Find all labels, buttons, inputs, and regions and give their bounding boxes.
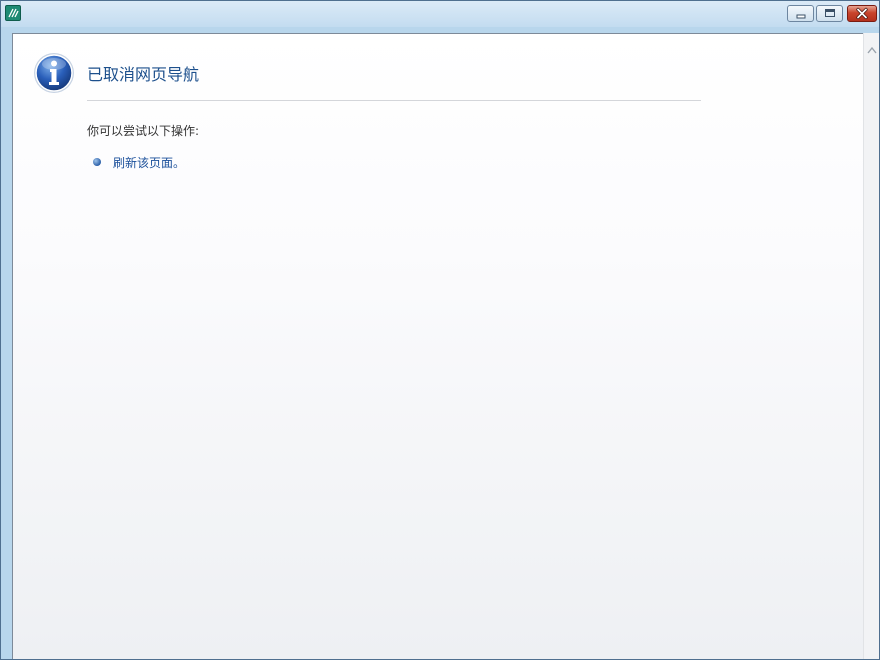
info-icon (34, 53, 74, 93)
close-button[interactable] (847, 5, 877, 22)
refresh-page-link[interactable]: 刷新该页面。 (113, 154, 185, 171)
minimize-icon (796, 14, 806, 19)
suggestions-heading: 你可以尝试以下操作: (87, 124, 200, 138)
maximize-button[interactable] (816, 5, 843, 22)
minimize-button[interactable] (787, 5, 814, 22)
close-icon (856, 7, 868, 20)
browser-window: 已取消网页导航 你可以尝试以下操作: 刷新该页面。 (0, 0, 880, 660)
maximize-icon (825, 9, 835, 17)
bullet-icon (93, 158, 101, 166)
vertical-scrollbar[interactable] (863, 33, 879, 659)
title-divider (87, 100, 701, 101)
app-icon[interactable] (5, 5, 21, 21)
page-title: 已取消网页导航 (87, 65, 200, 84)
scroll-up-icon[interactable] (866, 45, 878, 55)
title-bar[interactable] (1, 1, 879, 27)
page-content: 已取消网页导航 你可以尝试以下操作: 刷新该页面。 (12, 33, 863, 659)
